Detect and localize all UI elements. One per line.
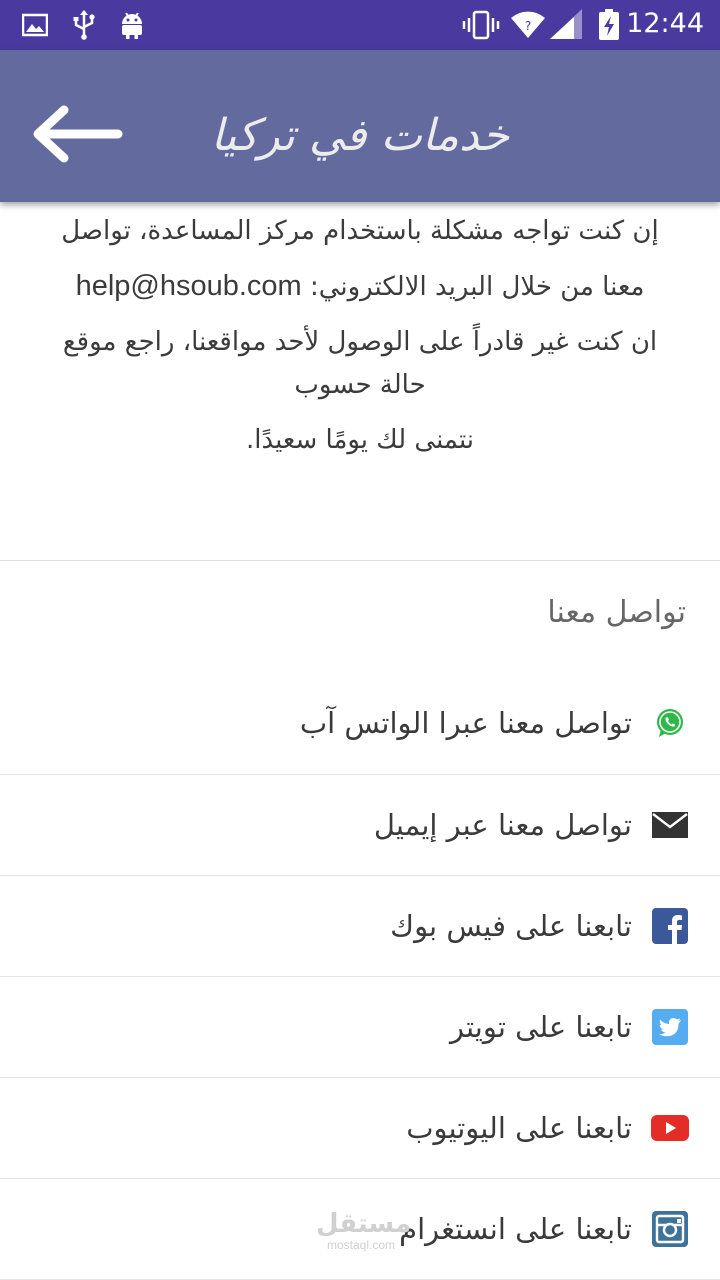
email-icon	[650, 805, 690, 845]
status-time: 12:44	[626, 8, 704, 39]
app-bar: خدمات في تركيا	[0, 50, 720, 202]
contact-list: تواصل معنا عبرا الواتس آب تواصل معنا عبر…	[0, 672, 720, 1280]
contact-item-facebook[interactable]: تابعنا على فيس بوك	[0, 876, 720, 977]
svg-text:?: ?	[525, 19, 531, 33]
image-icon	[22, 10, 48, 40]
android-icon	[118, 10, 146, 40]
contact-item-label: تابعنا على فيس بوك	[390, 909, 632, 943]
vibrate-icon	[462, 10, 500, 40]
info-line-prefix: معنا من خلال البريد الالكتروني:	[309, 272, 645, 302]
contact-item-label: تواصل معنا عبرا الواتس آب	[299, 706, 632, 740]
facebook-icon	[650, 906, 690, 946]
info-line: إن كنت تواجه مشكلة باستخدام مركز المساعد…	[61, 216, 659, 246]
mostaql-watermark: مستقل mostaql.com	[316, 1209, 412, 1254]
contact-item-label: تابعنا على انستغرام	[399, 1212, 632, 1246]
contact-item-label: تواصل معنا عبر إيميل	[373, 808, 632, 842]
contact-item-youtube[interactable]: تابعنا على اليوتيوب	[0, 1078, 720, 1179]
signal-icon	[548, 9, 584, 40]
arrow-left-icon	[28, 105, 124, 168]
youtube-icon	[650, 1108, 690, 1148]
contact-item-label: تابعنا على تويتر	[450, 1010, 632, 1044]
divider	[0, 560, 720, 561]
battery-charging-icon	[598, 9, 620, 40]
status-bar: ? 12:44	[0, 0, 720, 50]
info-line: معنا من خلال البريد الالكتروني: help@hso…	[30, 259, 690, 315]
usb-icon	[72, 10, 96, 40]
app-title-logo: خدمات في تركيا	[210, 109, 510, 161]
watermark-sub: mostaql.com	[326, 1238, 396, 1252]
wifi-icon: ?	[510, 10, 546, 40]
contact-item-label: تابعنا على اليوتيوب	[406, 1111, 632, 1145]
instagram-icon	[650, 1209, 690, 1249]
watermark-main: مستقل	[316, 1209, 412, 1239]
back-button[interactable]	[28, 104, 124, 164]
info-line: نتمنى لك يومًا سعيدًا.	[245, 425, 475, 455]
whatsapp-icon	[650, 703, 690, 743]
contact-item-twitter[interactable]: تابعنا على تويتر	[0, 977, 720, 1078]
contact-section-header: تواصل معنا	[547, 595, 686, 630]
help-info: إن كنت تواجه مشكلة باستخدام مركز المساعد…	[30, 204, 690, 468]
twitter-icon	[650, 1007, 690, 1047]
help-email-link[interactable]: help@hsoub.com	[76, 270, 302, 302]
contact-item-whatsapp[interactable]: تواصل معنا عبرا الواتس آب	[0, 672, 720, 775]
contact-item-email[interactable]: تواصل معنا عبر إيميل	[0, 775, 720, 876]
